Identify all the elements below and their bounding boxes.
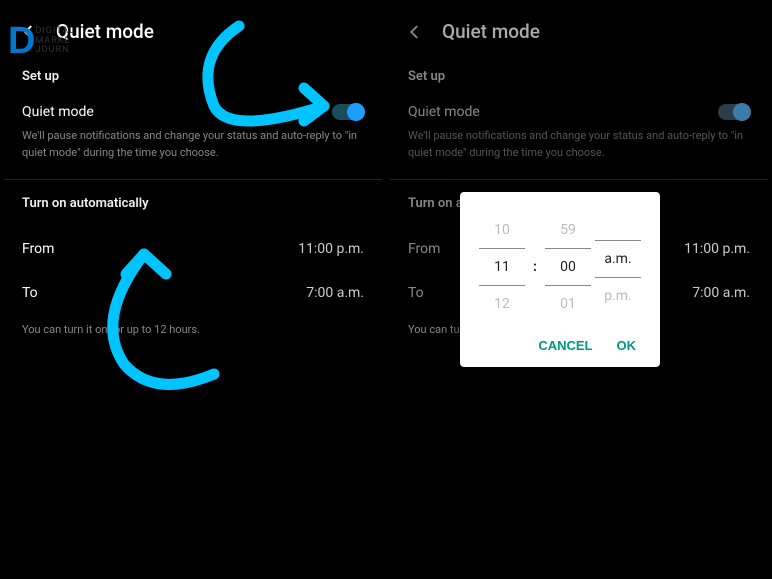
back-arrow-icon[interactable] — [20, 23, 38, 41]
divider — [4, 179, 382, 180]
page-title: Quiet mode — [56, 20, 154, 43]
time-picker-dialog: 10 11 12 : 59 00 01 a.m. p.m. CANCEL — [460, 192, 660, 367]
from-label: From — [22, 241, 54, 257]
hour-column[interactable]: 10 11 12 — [479, 212, 525, 322]
quiet-mode-label: Quiet mode — [22, 104, 94, 120]
ampm-prev[interactable] — [595, 220, 641, 240]
ampm-selected[interactable]: a.m. — [595, 240, 641, 278]
hours-hint: You can turn it on for up to 12 hours. — [22, 315, 364, 344]
dialog-buttons: CANCEL OK — [474, 322, 646, 359]
to-label: To — [22, 285, 38, 301]
cancel-button[interactable]: CANCEL — [538, 338, 592, 353]
minute-prev[interactable]: 59 — [545, 212, 591, 248]
auto-section: Turn on automatically From 11:00 p.m. To… — [4, 196, 382, 344]
ampm-column[interactable]: a.m. p.m. — [595, 220, 641, 314]
ampm-next[interactable]: p.m. — [595, 278, 641, 314]
dialog-backdrop[interactable]: 10 11 12 : 59 00 01 a.m. p.m. CANCEL — [390, 4, 768, 575]
auto-heading: Turn on automatically — [22, 196, 364, 211]
from-value: 11:00 p.m. — [298, 241, 364, 257]
ok-button[interactable]: OK — [617, 338, 637, 353]
hour-selected[interactable]: 11 — [479, 248, 525, 286]
phone-right: Quiet mode Set up Quiet mode We'll pause… — [390, 4, 768, 575]
setup-heading: Set up — [22, 69, 364, 84]
quiet-mode-row[interactable]: Quiet mode — [22, 100, 364, 128]
to-value: 7:00 a.m. — [306, 285, 364, 301]
header: Quiet mode — [4, 4, 382, 53]
hour-prev[interactable]: 10 — [479, 212, 525, 248]
minute-next[interactable]: 01 — [545, 286, 591, 322]
picker-columns: 10 11 12 : 59 00 01 a.m. p.m. — [474, 212, 646, 322]
from-row[interactable]: From 11:00 p.m. — [22, 227, 364, 271]
quiet-mode-toggle[interactable] — [332, 104, 364, 120]
hour-next[interactable]: 12 — [479, 286, 525, 322]
minute-selected[interactable]: 00 — [545, 248, 591, 286]
quiet-mode-description: We'll pause notifications and change you… — [22, 128, 364, 179]
minute-column[interactable]: 59 00 01 — [545, 212, 591, 322]
phone-left: Quiet mode Set up Quiet mode We'll pause… — [4, 4, 382, 575]
time-colon: : — [529, 259, 541, 275]
to-row[interactable]: To 7:00 a.m. — [22, 271, 364, 315]
setup-section: Set up Quiet mode We'll pause notificati… — [4, 69, 382, 179]
